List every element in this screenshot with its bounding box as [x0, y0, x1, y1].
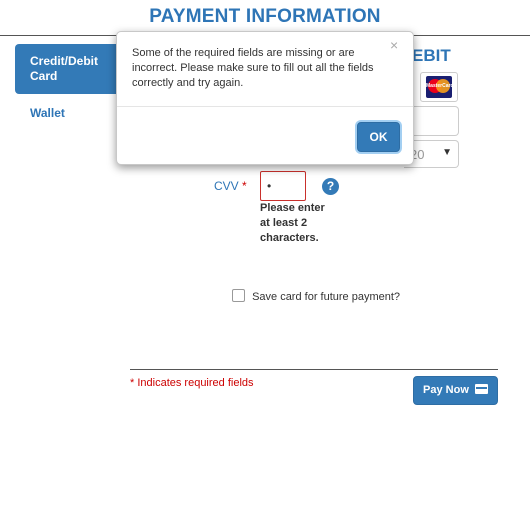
cvv-input[interactable]: • [260, 171, 306, 201]
page-title: PAYMENT INFORMATION [149, 6, 381, 27]
payment-page: PAYMENT INFORMATION Credit/Debit Card Wa… [0, 0, 530, 506]
pay-now-button[interactable]: Pay Now [413, 376, 498, 405]
error-dialog: Some of the required fields are missing … [116, 31, 414, 165]
save-card-option[interactable]: Save card for future payment? [232, 289, 400, 303]
pay-now-label: Pay Now [423, 384, 469, 396]
credit-card-icon [474, 384, 488, 394]
save-card-checkbox[interactable] [232, 289, 245, 302]
cvv-label: CVV * [214, 179, 247, 193]
footer-divider [130, 369, 498, 370]
chevron-down-icon: ▼ [442, 147, 452, 158]
card-logo-box: MasterCard [420, 72, 458, 102]
dialog-divider [117, 106, 413, 107]
required-fields-note: * Indicates required fields [130, 377, 254, 389]
error-dialog-message: Some of the required fields are missing … [132, 47, 374, 89]
close-icon[interactable]: × [390, 37, 398, 53]
required-marker: * [242, 179, 247, 193]
save-card-label: Save card for future payment? [252, 291, 401, 303]
card-section-heading: EBIT [412, 46, 451, 65]
cvv-error-message: Please enter at least 2 characters. [260, 202, 325, 244]
tab-credit-debit-card[interactable]: Credit/Debit Card [15, 44, 121, 94]
tab-wallet[interactable]: Wallet [15, 106, 121, 121]
help-icon[interactable]: ? [322, 178, 339, 195]
ok-button[interactable]: OK [357, 122, 400, 152]
mastercard-icon: MasterCard [426, 76, 454, 98]
